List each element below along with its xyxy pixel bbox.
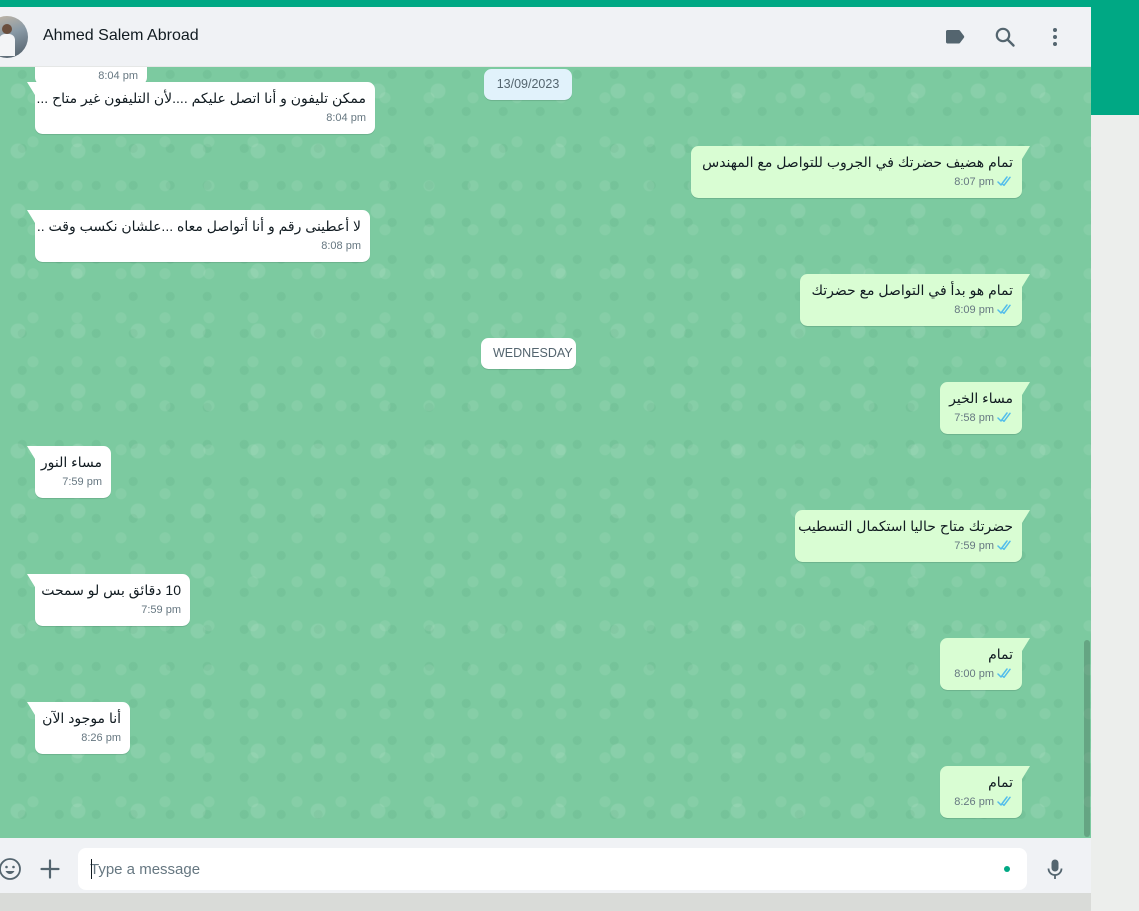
message-meta: 8:00 pm	[949, 667, 1013, 682]
read-ticks-icon	[997, 176, 1011, 187]
message-text: ممكن تليفون و أنا اتصل عليكم ....لأن الت…	[36, 90, 366, 106]
date-divider: 13/09/2023	[484, 69, 572, 100]
message-outgoing[interactable]: تمام 8:26 pm	[940, 766, 1030, 818]
message-text: مساء الخير	[949, 390, 1013, 406]
message-list-scrollbar[interactable]	[1084, 640, 1090, 837]
message-meta: 8:07 pm	[700, 175, 1013, 190]
read-ticks-icon	[997, 412, 1011, 423]
avatar[interactable]	[0, 16, 28, 58]
message-outgoing[interactable]: تمام 8:00 pm	[940, 638, 1030, 690]
message-incoming[interactable]: أنا موجود الآن 8:26 pm	[27, 702, 130, 754]
message-outgoing[interactable]: مساء الخير 7:58 pm	[940, 382, 1030, 434]
message-outgoing[interactable]: حضرتك متاح حاليا استكمال التسطيب 7:59 pm	[795, 510, 1030, 562]
message-outgoing[interactable]: تمام هو بدأ في التواصل مع حضرتك 8:09 pm	[800, 274, 1030, 326]
chat-window: Ahmed Salem Abroad 8:04 pm 13/09/2023 مم…	[0, 7, 1091, 900]
read-ticks-icon	[997, 304, 1011, 315]
status-dot	[1004, 866, 1010, 872]
composer-bar	[0, 838, 1091, 900]
message-incoming[interactable]: ممكن تليفون و أنا اتصل عليكم ....لأن الت…	[27, 82, 375, 134]
message-incoming[interactable]: مساء النور 7:59 pm	[27, 446, 111, 498]
read-ticks-icon	[997, 668, 1011, 679]
top-accent-strip	[0, 0, 1139, 7]
message-outgoing[interactable]: تمام هضيف حضرتك في الجروب للتواصل مع الم…	[691, 146, 1030, 198]
message-incoming[interactable]: لا أعطينى رقم و أنا أتواصل معاه ...علشان…	[27, 210, 370, 262]
message-text: تمام هو بدأ في التواصل مع حضرتك	[811, 282, 1013, 298]
date-divider: WEDNESDAY	[481, 338, 576, 369]
avatar-head	[2, 24, 12, 34]
menu-dots-icon[interactable]	[1043, 25, 1067, 49]
message-time: 8:07 pm	[954, 176, 994, 188]
message-text: 10 دقائق بس لو سمحت	[41, 582, 181, 598]
message-time: 8:09 pm	[954, 304, 994, 316]
microphone-icon[interactable]	[1043, 857, 1067, 881]
message-time: 8:26 pm	[954, 796, 994, 808]
message-time: 7:59 pm	[954, 540, 994, 552]
chat-header[interactable]: Ahmed Salem Abroad	[0, 7, 1091, 67]
message-text: لا أعطينى رقم و أنا أتواصل معاه ...علشان…	[36, 218, 361, 234]
message-input[interactable]	[78, 848, 1027, 890]
message-time: 8:04 pm	[326, 112, 366, 124]
text-caret	[91, 859, 92, 879]
message-list[interactable]: 8:04 pm 13/09/2023 ممكن تليفون و أنا اتص…	[0, 67, 1091, 838]
message-time: 7:59 pm	[141, 604, 181, 616]
message-text: حضرتك متاح حاليا استكمال التسطيب	[798, 518, 1013, 534]
message-time: 8:00 pm	[954, 668, 994, 680]
contact-name[interactable]: Ahmed Salem Abroad	[43, 27, 199, 45]
message-text: تمام هضيف حضرتك في الجروب للتواصل مع الم…	[702, 154, 1013, 170]
avatar-body	[0, 34, 15, 56]
message-meta: 7:59 pm	[804, 539, 1013, 554]
emoji-icon[interactable]	[0, 857, 22, 881]
right-side-panel	[1091, 115, 1139, 911]
message-meta: 7:58 pm	[949, 411, 1013, 426]
message-time: 8:26 pm	[81, 732, 121, 744]
message-meta: 8:09 pm	[809, 303, 1013, 318]
bottom-edge	[0, 893, 1091, 911]
message-time: 7:59 pm	[62, 476, 102, 488]
message-text: مساء النور	[40, 454, 102, 470]
message-time: 8:08 pm	[321, 240, 361, 252]
message-text: أنا موجود الآن	[42, 710, 121, 726]
right-accent-block	[1091, 7, 1139, 115]
attach-plus-icon[interactable]	[38, 857, 62, 881]
search-icon[interactable]	[993, 25, 1017, 49]
read-ticks-icon	[997, 796, 1011, 807]
message-meta: 8:26 pm	[949, 795, 1013, 810]
message-text: تمام	[988, 774, 1013, 790]
message-incoming[interactable]: 10 دقائق بس لو سمحت 7:59 pm	[27, 574, 190, 626]
message-text: تمام	[988, 646, 1013, 662]
message-time: 7:58 pm	[954, 412, 994, 424]
read-ticks-icon	[997, 540, 1011, 551]
label-icon[interactable]	[943, 25, 967, 49]
